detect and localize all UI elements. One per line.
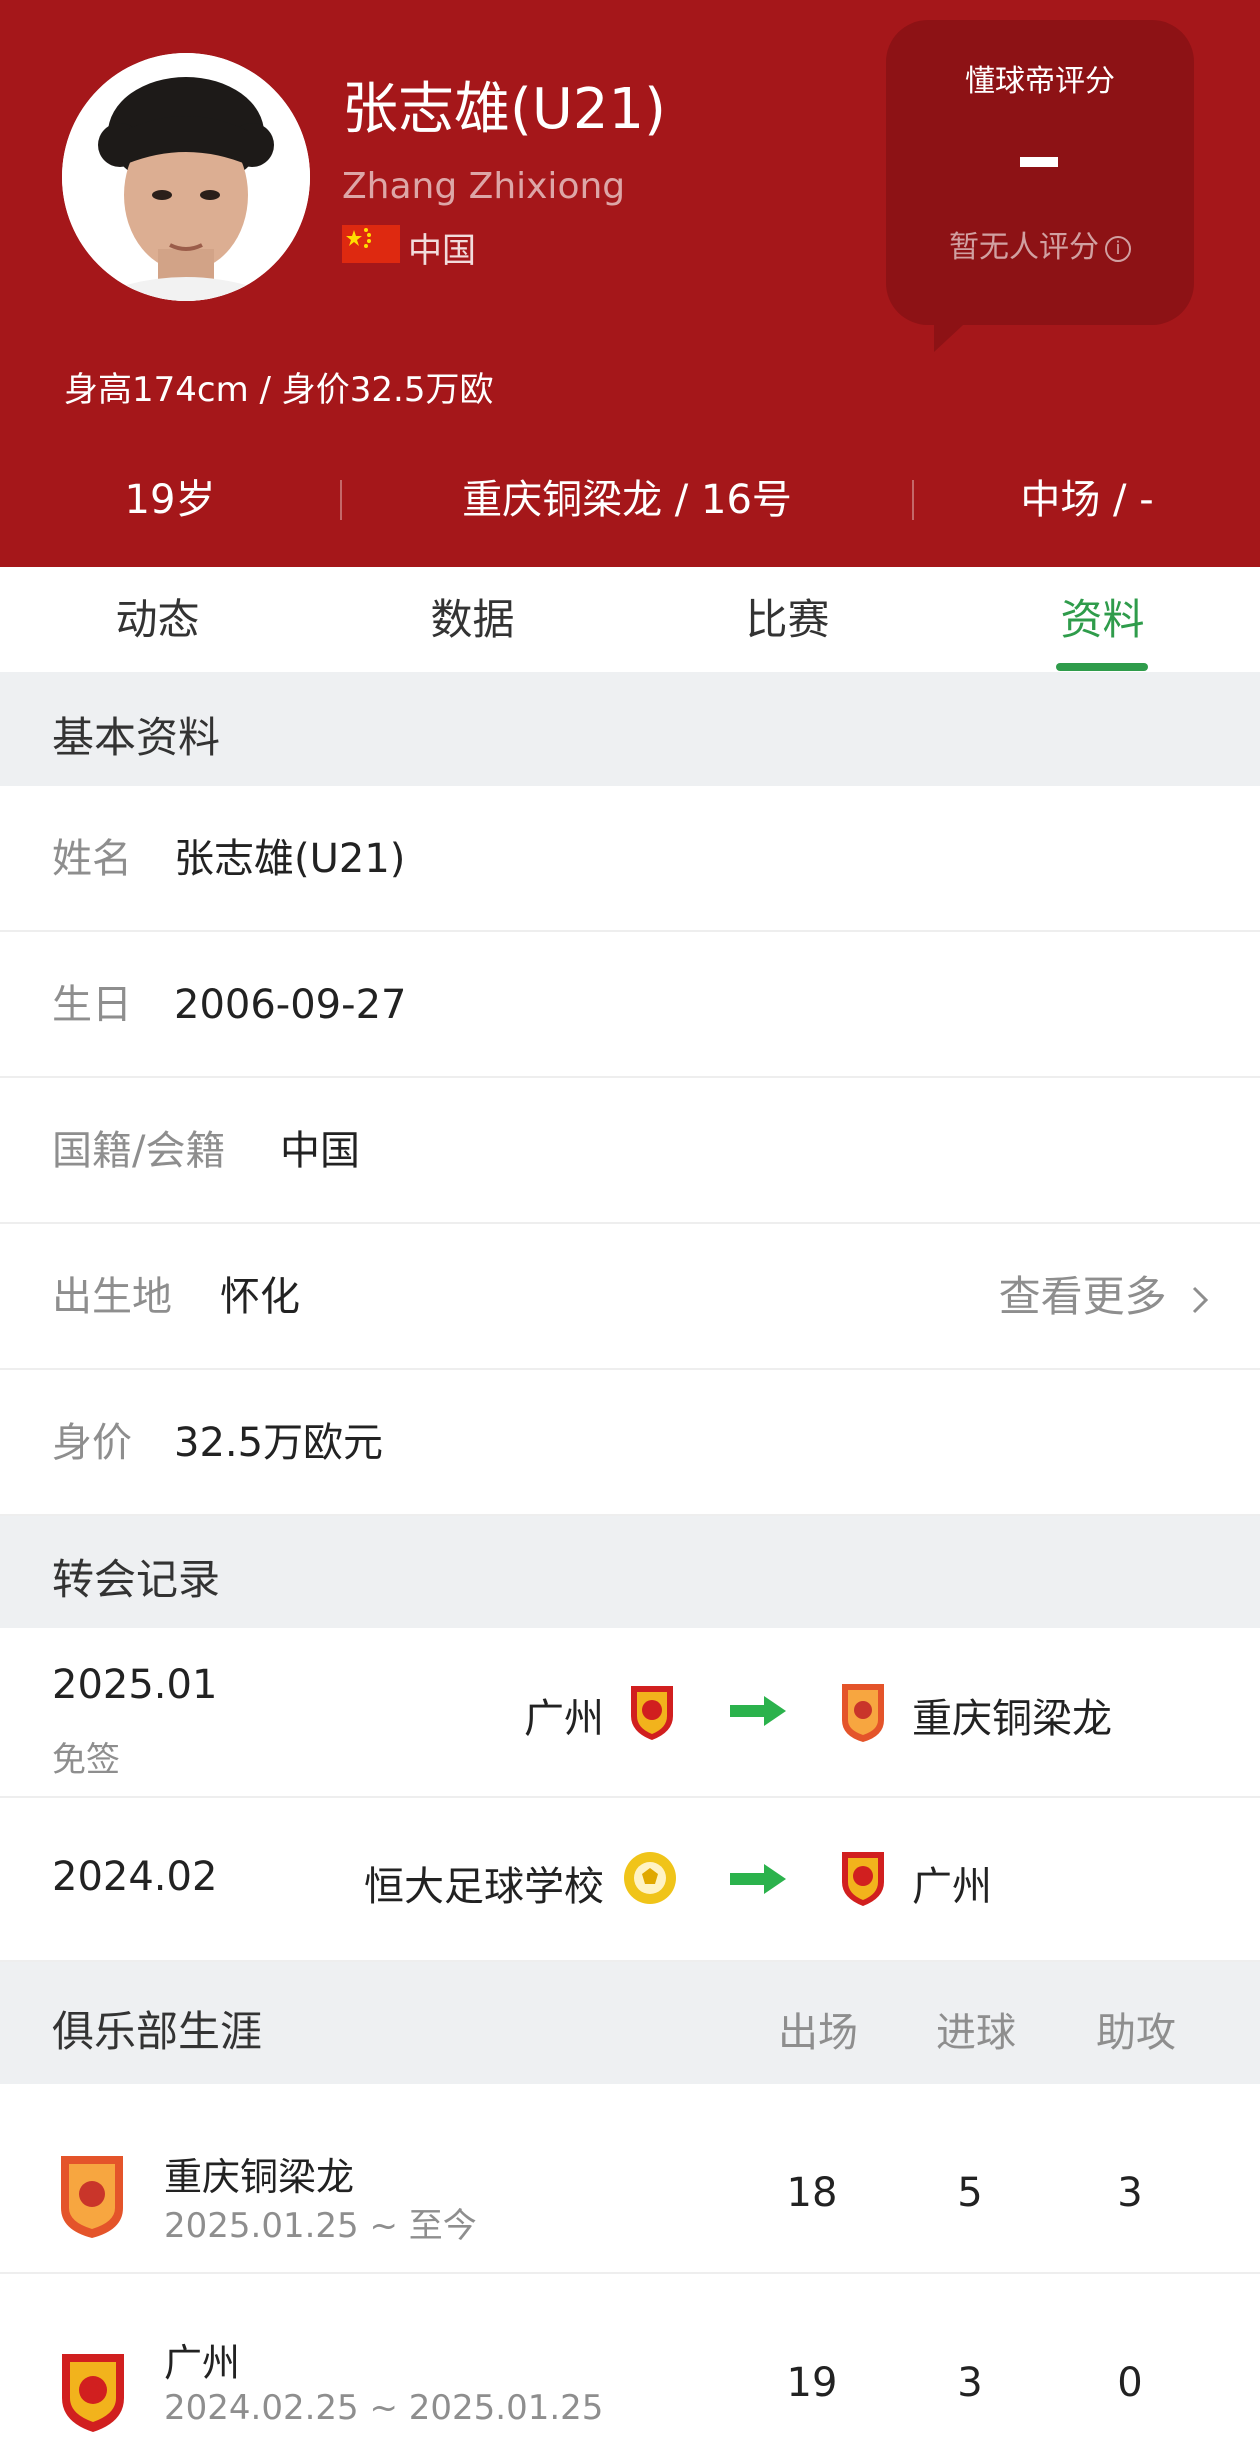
career-header: 俱乐部生涯 出场 进球 助攻: [0, 1962, 1260, 2084]
tab-data[interactable]: 数据: [315, 567, 630, 672]
column-appearances: 出场: [778, 2010, 858, 2056]
info-value: 中国: [280, 1128, 360, 1174]
china-flag-icon: [342, 225, 400, 263]
career-assists: 0: [1117, 2360, 1143, 2406]
column-goals: 进球: [936, 2010, 1016, 2056]
info-label: 国籍/会籍: [52, 1128, 226, 1174]
transfer-row: 2024.02 恒大足球学校 广州: [0, 1798, 1260, 1962]
column-assists: 助攻: [1096, 2010, 1176, 2056]
career-row[interactable]: 重庆铜梁龙 2025.01.25 ~ 至今 18 5 3: [0, 2084, 1260, 2274]
career-appearances: 19: [786, 2360, 838, 2406]
career-appearances: 18: [786, 2170, 838, 2216]
tab-news[interactable]: 动态: [0, 567, 315, 672]
info-label: 身价: [52, 1420, 132, 1466]
transfers-title: 转会记录: [52, 1555, 221, 1604]
player-photo-icon: [62, 53, 310, 301]
transfer-arrow-icon: [730, 1696, 786, 1726]
tab-bar: 动态 数据 比赛 资料: [0, 567, 1260, 672]
info-value: 怀化: [220, 1274, 300, 1320]
info-value: 张志雄(U21): [174, 836, 406, 882]
rating-score: [1020, 157, 1058, 167]
basic-info-title: 基本资料: [52, 713, 221, 762]
career-title: 俱乐部生涯: [52, 2007, 263, 2056]
info-row-market-value: 身价 32.5万欧元: [0, 1370, 1260, 1516]
transfer-date: 2024.02: [52, 1854, 218, 1900]
info-value: 2006-09-27: [174, 982, 407, 1028]
transfers-header: 转会记录: [0, 1516, 1260, 1628]
transfer-row: 2025.01 免签 广州 重庆铜梁龙: [0, 1628, 1260, 1798]
info-label: 生日: [52, 982, 132, 1028]
career-assists: 3: [1117, 2170, 1143, 2216]
rating-card[interactable]: 懂球帝评分 暂无人评分 i: [886, 20, 1194, 325]
career-period: 2024.02.25 ~ 2025.01.25: [164, 2388, 604, 2428]
career-row[interactable]: 广州 2024.02.25 ~ 2025.01.25 19 3 0: [0, 2274, 1260, 2461]
tab-profile[interactable]: 资料: [945, 567, 1260, 672]
info-row-name: 姓名 张志雄(U21): [0, 786, 1260, 932]
info-label: 出生地: [52, 1274, 172, 1320]
view-more-label: 查看更多: [998, 1272, 1167, 1321]
chevron-right-icon: [1192, 1286, 1209, 1313]
transfer-to-club[interactable]: 重庆铜梁龙: [912, 1686, 1112, 1744]
rating-title: 懂球帝评分: [965, 64, 1115, 99]
player-avatar: [62, 53, 310, 301]
chongqing-crest-icon: [61, 2156, 123, 2238]
guangzhou-crest-icon: [62, 2354, 124, 2432]
player-name: 张志雄(U21): [342, 77, 666, 142]
player-country: 中国: [408, 231, 476, 271]
guangzhou-crest-icon: [842, 1852, 884, 1906]
height-value-text: 身高174cm / 身价32.5万欧: [64, 370, 494, 410]
career-club-name: 广州: [164, 2341, 241, 2385]
career-club-name: 重庆铜梁龙: [164, 2155, 355, 2199]
player-stats-row: 19岁 重庆铜梁龙 / 16号 中场 / -: [0, 460, 1260, 540]
transfer-to-club[interactable]: 广州: [912, 1854, 992, 1912]
player-position: 中场 / -: [1020, 477, 1154, 523]
career-goals: 5: [957, 2170, 983, 2216]
evergrande-school-crest-icon: [624, 1852, 676, 1904]
info-icon[interactable]: i: [1105, 235, 1131, 262]
transfer-date: 2025.01: [52, 1662, 218, 1708]
tab-matches[interactable]: 比赛: [630, 567, 945, 672]
career-period: 2025.01.25 ~ 至今: [164, 2206, 477, 2246]
info-row-birthplace[interactable]: 出生地 怀化 查看更多: [0, 1224, 1260, 1370]
rating-note[interactable]: 暂无人评分 i: [886, 222, 1194, 266]
info-value: 32.5万欧元: [174, 1420, 384, 1466]
view-more-link[interactable]: 查看更多: [999, 1224, 1212, 1370]
career-goals: 3: [957, 2360, 983, 2406]
player-club-number[interactable]: 重庆铜梁龙 / 16号: [342, 460, 912, 540]
player-age: 19岁: [124, 477, 216, 523]
guangzhou-crest-icon: [631, 1686, 673, 1740]
transfer-type: 免签: [52, 1740, 120, 1780]
player-header: 张志雄(U21) Zhang Zhixiong 中国 身高174cm / 身价3…: [0, 0, 1260, 567]
player-name-english: Zhang Zhixiong: [342, 166, 626, 207]
basic-info-header: 基本资料: [0, 672, 1260, 786]
rating-note-text: 暂无人评分: [949, 230, 1099, 265]
transfer-arrow-icon: [730, 1864, 786, 1894]
tab-active-indicator: [1056, 663, 1148, 671]
transfer-from-club[interactable]: 恒大足球学校: [364, 1854, 604, 1912]
info-label: 姓名: [52, 836, 132, 882]
info-row-nationality: 国籍/会籍 中国: [0, 1078, 1260, 1224]
chongqing-crest-icon: [842, 1684, 884, 1742]
transfer-from-club[interactable]: 广州: [524, 1686, 604, 1744]
info-row-birthday: 生日 2006-09-27: [0, 932, 1260, 1078]
